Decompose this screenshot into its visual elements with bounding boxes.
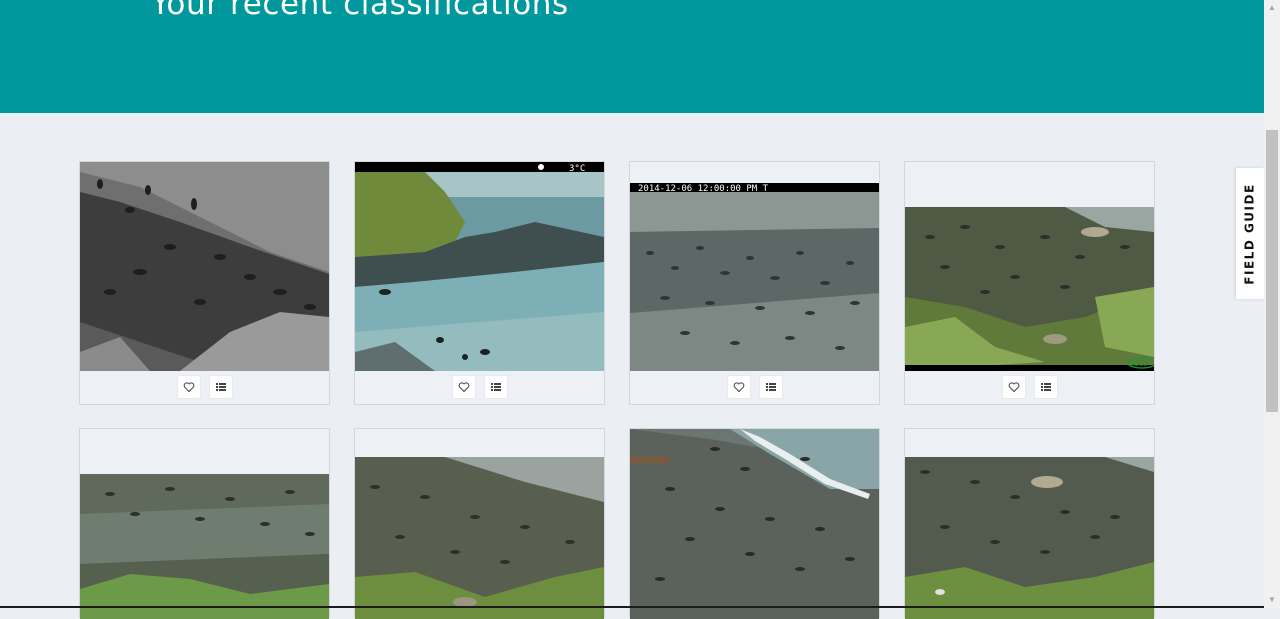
list-icon bbox=[765, 383, 776, 391]
add-to-collection-button[interactable] bbox=[759, 376, 782, 398]
favorite-button[interactable] bbox=[727, 376, 750, 398]
subject-image[interactable] bbox=[80, 474, 329, 619]
classification-card: RECO bbox=[904, 161, 1155, 405]
add-to-collection-button[interactable] bbox=[209, 376, 232, 398]
card-actions bbox=[630, 370, 879, 404]
classification-card bbox=[629, 428, 880, 619]
add-to-collection-button[interactable] bbox=[1034, 376, 1057, 398]
subject-image[interactable] bbox=[80, 162, 329, 371]
classification-card bbox=[354, 428, 605, 619]
heart-icon bbox=[733, 382, 744, 393]
add-to-collection-button[interactable] bbox=[484, 376, 507, 398]
list-icon bbox=[490, 383, 501, 391]
list-icon bbox=[215, 383, 226, 391]
classification-card bbox=[79, 161, 330, 405]
scroll-down-icon[interactable]: ▼ bbox=[1264, 592, 1280, 608]
classification-card: 2014-12-06 12:00:00 PM T bbox=[629, 161, 880, 405]
favorite-button[interactable] bbox=[1002, 376, 1025, 398]
field-guide-label: FIELD GUIDE bbox=[1243, 182, 1257, 285]
classification-card: 3°C bbox=[354, 161, 605, 405]
card-actions bbox=[80, 370, 329, 404]
favorite-button[interactable] bbox=[177, 376, 200, 398]
field-guide-tab[interactable]: FIELD GUIDE bbox=[1236, 168, 1264, 299]
card-actions bbox=[355, 370, 604, 404]
scroll-up-icon[interactable]: ▲ bbox=[1264, 0, 1280, 16]
subject-image[interactable] bbox=[630, 429, 879, 619]
subject-image[interactable]: RECO bbox=[905, 207, 1154, 371]
list-icon bbox=[1040, 383, 1051, 391]
card-actions bbox=[905, 370, 1154, 404]
scrollbar-thumb[interactable] bbox=[1266, 130, 1278, 412]
heart-icon bbox=[458, 382, 469, 393]
vertical-scrollbar[interactable]: ▲ ▼ bbox=[1264, 0, 1280, 608]
classifications-grid: 3°C 2014-12-06 12:00:00 PM T RECO bbox=[0, 0, 1264, 619]
heart-icon bbox=[1008, 382, 1019, 393]
subject-image[interactable] bbox=[355, 457, 604, 619]
subject-image[interactable] bbox=[905, 457, 1154, 619]
classification-card bbox=[79, 428, 330, 619]
subject-image[interactable]: 3°C bbox=[355, 162, 604, 371]
heart-icon bbox=[183, 382, 194, 393]
favorite-button[interactable] bbox=[452, 376, 475, 398]
classification-card bbox=[904, 428, 1155, 619]
camera-watermark: RECO bbox=[1131, 361, 1148, 368]
subject-image[interactable]: 2014-12-06 12:00:00 PM T bbox=[630, 183, 879, 371]
